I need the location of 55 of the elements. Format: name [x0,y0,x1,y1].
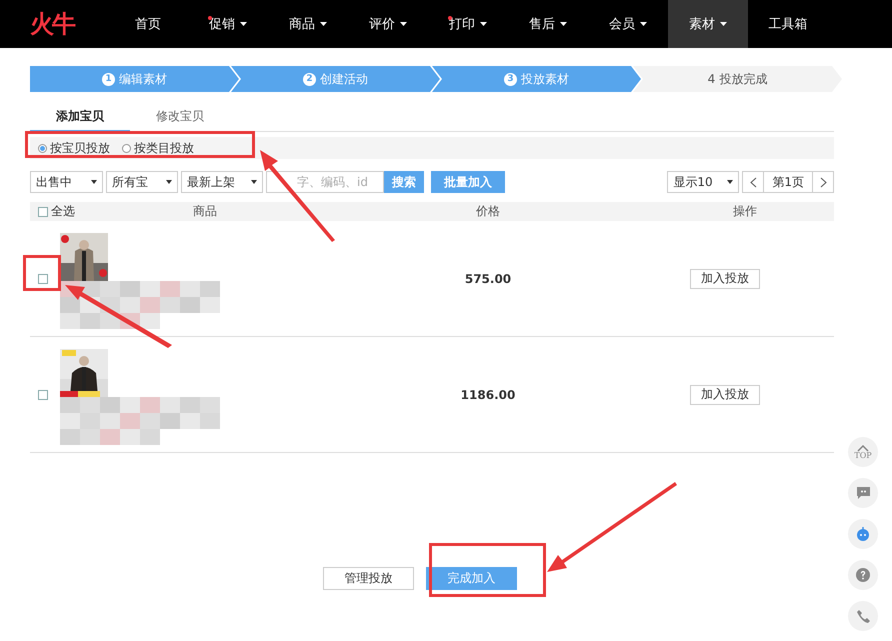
checkbox[interactable] [38,274,48,284]
manage-button[interactable]: 管理投放 [323,567,414,590]
search-field[interactable]: 字、编码、id [266,171,384,193]
step: 1 编辑素材 [30,66,239,92]
radio-label: 按宝贝投放 [50,140,110,156]
nav-item[interactable]: 商品 [268,0,348,48]
assistant-button[interactable] [848,519,878,549]
help-button[interactable] [848,560,878,590]
price: 575.00 [464,272,512,286]
filter-dropdown[interactable]: 所有宝 [106,171,178,193]
step: 2 创建活动 [231,66,440,92]
column-header: 价格 [475,203,501,220]
price: 1186.00 [460,388,516,402]
column-header: 商品 [192,203,218,220]
caret-icon [91,180,97,184]
nav-item[interactable]: 评价 [348,0,428,48]
chevron-left-icon [750,176,757,188]
nav-item[interactable]: 打印 [428,0,508,48]
nav-item[interactable]: 首页 [108,0,188,48]
add-button[interactable]: 加入投放 [690,268,760,288]
previous-page-button[interactable] [742,171,764,193]
filter-dropdown[interactable]: 最新上架 [181,171,263,193]
caret-icon [166,180,172,184]
phone-icon [856,610,870,622]
checkbox[interactable] [38,206,48,216]
radio-option[interactable]: 按宝贝投放 [38,140,110,156]
tab[interactable]: 修改宝贝 [130,104,230,132]
column-header: 操作 [732,203,758,220]
chat-icon [856,487,870,499]
tab[interactable]: 添加宝贝 [30,104,130,132]
radio-label: 按类目投放 [134,140,194,156]
nav-item[interactable]: 促销 [188,0,268,48]
caret-icon [727,180,734,184]
radio-option[interactable]: 按类目投放 [122,140,194,156]
annotation-box [23,255,61,291]
chevron-up-icon [857,444,869,452]
filter-dropdown[interactable]: 出售中 [30,171,103,193]
robot-icon [856,527,870,541]
nav-item[interactable]: 素材 [668,0,748,48]
nav-item[interactable]: 售后 [508,0,588,48]
chevron-right-icon [820,176,826,188]
select-all-label: 全选 [51,203,75,220]
nav-item[interactable]: 会员 [588,0,668,48]
phone-button[interactable] [848,601,878,631]
add-button[interactable]: 加入投放 [690,384,760,404]
page-size-dropdown[interactable]: 显示10 [667,171,740,193]
caret-icon [251,180,257,184]
chat-button[interactable] [848,478,878,508]
nav-item[interactable]: 工具箱 [748,0,828,48]
logo[interactable]: 火牛 [30,8,108,40]
step: 4 投放完成 [633,66,842,92]
help-icon [856,568,870,582]
checkbox[interactable] [38,390,48,400]
next-page-button[interactable] [812,171,834,193]
step: 3 投放素材 [432,66,641,92]
